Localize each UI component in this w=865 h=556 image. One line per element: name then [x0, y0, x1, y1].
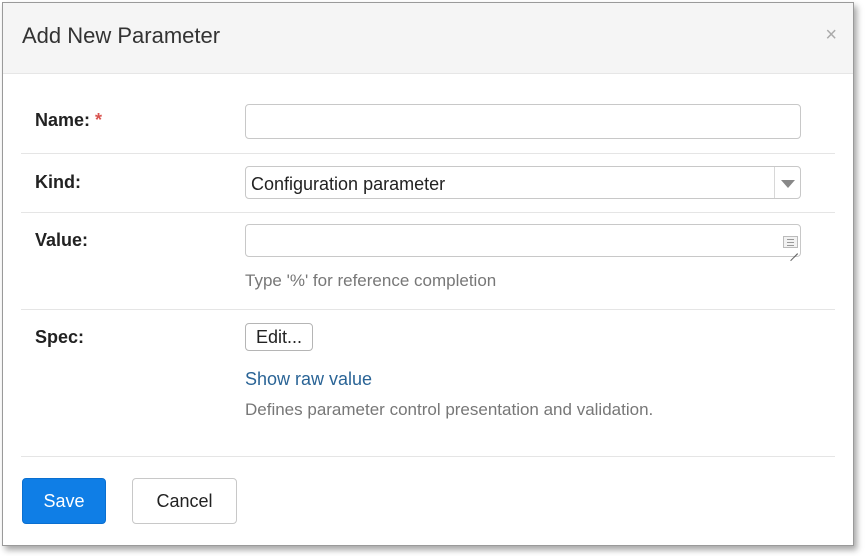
- kind-label: Kind:: [35, 172, 81, 192]
- name-label-text: Name:: [35, 110, 91, 130]
- name-input[interactable]: [245, 104, 801, 139]
- value-help-text: Type '%' for reference completion: [245, 271, 497, 290]
- kind-select[interactable]: Configuration parameter: [245, 166, 801, 199]
- spec-label: Spec:: [35, 327, 85, 347]
- spec-help-text: Defines parameter control presentation a…: [245, 400, 654, 419]
- required-marker: *: [95, 110, 103, 130]
- dialog-title: Add New Parameter: [22, 23, 221, 48]
- dialog-header: Add New Parameter ×: [3, 3, 853, 74]
- add-parameter-dialog: Add New Parameter × Name: * Kind: Configu…: [2, 2, 854, 546]
- row-divider: [21, 212, 835, 213]
- row-divider: [21, 309, 835, 310]
- value-label: Value:: [35, 230, 89, 250]
- chevron-down-icon[interactable]: [774, 167, 800, 198]
- name-label: Name: *: [35, 110, 102, 131]
- kind-selected-value: Configuration parameter: [251, 174, 446, 194]
- value-textarea[interactable]: [245, 224, 801, 257]
- close-icon[interactable]: ×: [825, 24, 837, 46]
- show-raw-value-link[interactable]: Show raw value: [245, 369, 372, 390]
- footer-divider: [21, 456, 835, 457]
- cancel-button[interactable]: Cancel: [132, 478, 237, 524]
- save-button[interactable]: Save: [22, 478, 106, 524]
- list-icon[interactable]: [783, 236, 798, 248]
- edit-spec-button[interactable]: Edit...: [245, 323, 313, 351]
- row-divider: [21, 153, 835, 154]
